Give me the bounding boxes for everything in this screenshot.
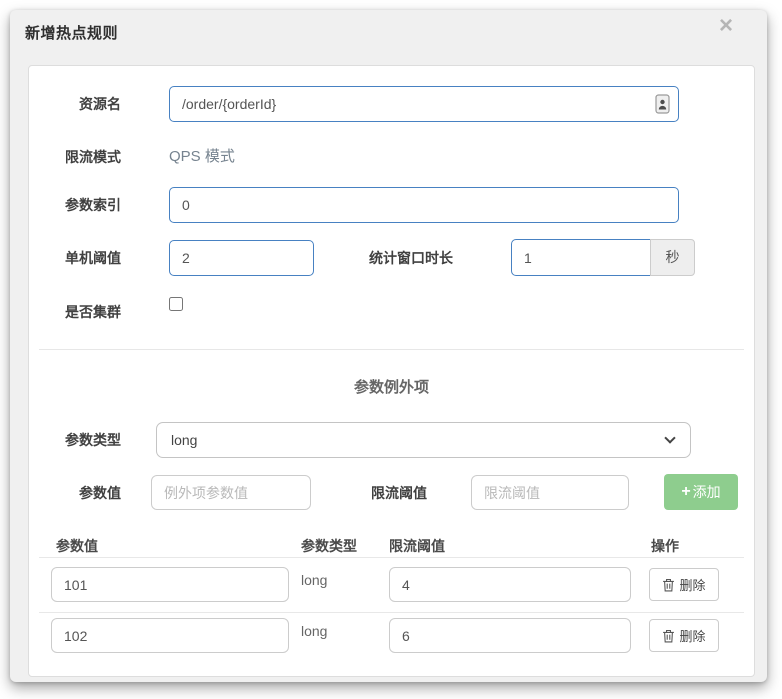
trash-icon xyxy=(662,578,675,592)
window-input[interactable] xyxy=(511,239,651,276)
param-type-label: 参数类型 xyxy=(49,430,121,450)
row-limit-input[interactable] xyxy=(389,567,631,602)
section-divider xyxy=(39,349,744,350)
param-type-selected-value: long xyxy=(171,432,197,448)
close-icon[interactable]: × xyxy=(719,12,733,40)
add-hotspot-rule-dialog: 新增热点规则 × 资源名 限流模式 QPS 模式 参数索引 单机阈值 统计窗口时… xyxy=(10,10,767,682)
exceptions-heading: 参数例外项 xyxy=(29,376,754,397)
exception-limit-input[interactable] xyxy=(471,475,629,510)
window-unit-addon: 秒 xyxy=(650,239,695,276)
mode-value: QPS 模式 xyxy=(169,147,235,167)
table-row-divider xyxy=(39,612,744,613)
exception-value-input[interactable] xyxy=(151,475,311,510)
delete-row-button[interactable]: 删除 xyxy=(649,619,719,652)
delete-row-button[interactable]: 删除 xyxy=(649,568,719,601)
col-header-action: 操作 xyxy=(651,536,679,556)
row-value-input[interactable] xyxy=(51,618,289,653)
exception-value-label: 参数值 xyxy=(49,483,121,503)
row-type-cell: long xyxy=(301,623,327,639)
param-index-input[interactable] xyxy=(169,187,679,223)
row-type-cell: long xyxy=(301,572,327,588)
threshold-input[interactable] xyxy=(169,240,314,276)
dialog-title: 新增热点规则 xyxy=(25,22,118,43)
plus-icon: + xyxy=(681,484,690,500)
add-exception-button[interactable]: + 添加 xyxy=(664,474,738,510)
col-header-limit: 限流阈值 xyxy=(389,536,445,556)
col-header-value: 参数值 xyxy=(56,536,98,556)
resource-label: 资源名 xyxy=(49,94,121,114)
resource-input[interactable] xyxy=(169,86,679,122)
trash-icon xyxy=(662,629,675,643)
table-header-divider xyxy=(39,557,744,558)
chevron-down-icon xyxy=(664,432,675,443)
threshold-label: 单机阈值 xyxy=(49,248,121,268)
window-label: 统计窗口时长 xyxy=(369,248,453,268)
param-index-label: 参数索引 xyxy=(49,195,121,215)
cluster-label: 是否集群 xyxy=(49,302,121,322)
row-value-input[interactable] xyxy=(51,567,289,602)
exception-limit-label: 限流阈值 xyxy=(371,483,427,503)
form-panel: 资源名 限流模式 QPS 模式 参数索引 单机阈值 统计窗口时长 秒 是否集群 … xyxy=(28,65,755,677)
autofill-icon xyxy=(655,94,744,119)
col-header-type: 参数类型 xyxy=(301,536,357,556)
param-type-select[interactable]: long xyxy=(156,422,691,458)
mode-label: 限流模式 xyxy=(49,147,121,167)
row-limit-input[interactable] xyxy=(389,618,631,653)
cluster-checkbox[interactable] xyxy=(169,297,183,311)
